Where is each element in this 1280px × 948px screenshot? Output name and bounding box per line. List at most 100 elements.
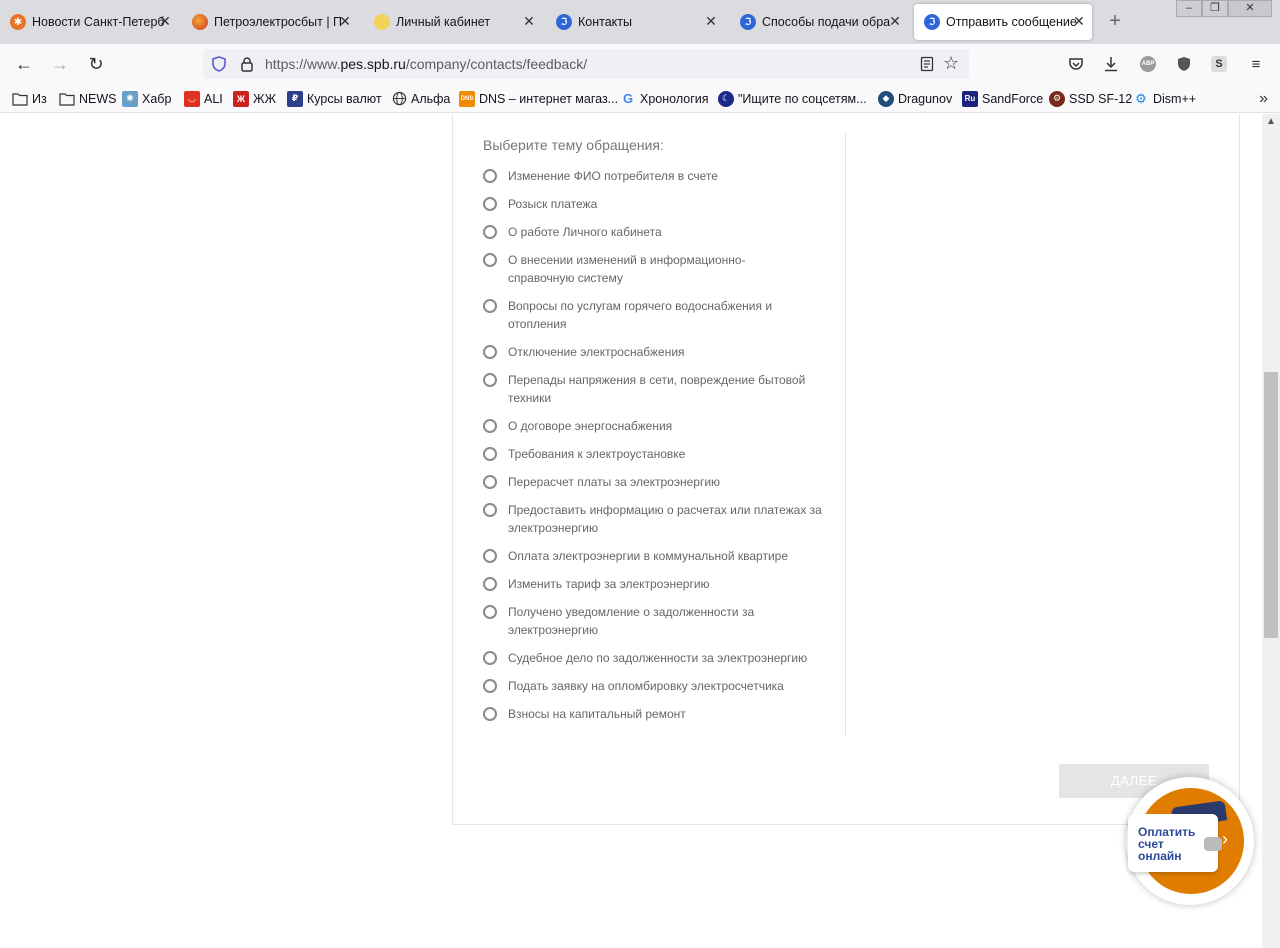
- search-social-icon: ☾: [718, 90, 734, 107]
- folder-icon: [12, 91, 28, 107]
- pes-site-icon: ℑ: [556, 14, 572, 30]
- bookmark-item[interactable]: Ж ЖЖ: [233, 90, 276, 107]
- radio-button[interactable]: [483, 299, 497, 313]
- sandforce-icon: Ru: [962, 90, 978, 107]
- scroll-up-arrow-icon[interactable]: ▲: [1266, 116, 1276, 127]
- adblock-icon[interactable]: ABP: [1138, 54, 1158, 74]
- topic-option[interactable]: О договоре энергоснабжения: [483, 417, 823, 435]
- bookmark-item[interactable]: ₽ Курсы валют: [287, 90, 382, 107]
- pocket-icon[interactable]: [1066, 54, 1086, 74]
- bookmark-item[interactable]: ✺ Хабр: [122, 90, 171, 107]
- bookmark-item[interactable]: ◆ Dragunov: [878, 90, 952, 107]
- ublock-icon[interactable]: [1174, 54, 1194, 74]
- tab-contacts[interactable]: ℑ Контакты ✕: [546, 4, 724, 40]
- reader-view-icon[interactable]: [919, 56, 935, 72]
- radio-button[interactable]: [483, 605, 497, 619]
- topic-option[interactable]: Взносы на капитальный ремонт: [483, 705, 823, 723]
- lock-icon[interactable]: [239, 56, 255, 72]
- bookmark-item[interactable]: Альфа: [391, 90, 450, 107]
- radio-button[interactable]: [483, 373, 497, 387]
- radio-button[interactable]: [483, 345, 497, 359]
- close-window-button[interactable]: ✕: [1228, 0, 1272, 17]
- bookmark-star-icon[interactable]: ☆: [943, 54, 961, 72]
- topic-option[interactable]: Перерасчет платы за электроэнергию: [483, 473, 823, 491]
- topic-option[interactable]: Изменение ФИО потребителя в счете: [483, 167, 823, 185]
- tab-label: Отправить сообщение: [946, 15, 1077, 29]
- radio-button[interactable]: [483, 447, 497, 461]
- topic-option[interactable]: Розыск платежа: [483, 195, 823, 213]
- radio-button[interactable]: [483, 549, 497, 563]
- topic-legend: Выберите тему обращения:: [483, 137, 664, 153]
- page-scrollbar[interactable]: ▲: [1262, 114, 1280, 948]
- topic-option[interactable]: О внесении изменений в информационно-спр…: [483, 251, 823, 287]
- shield-icon[interactable]: [211, 56, 227, 72]
- radio-button[interactable]: [483, 225, 497, 239]
- close-icon[interactable]: ✕: [1072, 14, 1086, 28]
- bookmark-item[interactable]: G Хронология: [620, 90, 709, 107]
- bookmarks-overflow-icon[interactable]: »: [1259, 90, 1268, 108]
- bookmark-item[interactable]: Из: [12, 90, 47, 107]
- topic-option[interactable]: Судебное дело по задолженности за электр…: [483, 649, 823, 667]
- topic-option[interactable]: Отключение электроснабжения: [483, 343, 823, 361]
- close-icon[interactable]: ✕: [704, 14, 718, 28]
- aliexpress-icon: ◡: [184, 90, 200, 107]
- close-icon[interactable]: ✕: [888, 14, 902, 28]
- radio-button[interactable]: [483, 419, 497, 433]
- close-icon[interactable]: ✕: [522, 14, 536, 28]
- reload-button[interactable]: ↻: [85, 53, 107, 75]
- topic-option-label: Отключение электроснабжения: [508, 345, 685, 359]
- back-button[interactable]: ←: [13, 53, 35, 75]
- download-icon[interactable]: [1101, 54, 1121, 74]
- radio-button[interactable]: [483, 503, 497, 517]
- scrollbar-thumb[interactable]: [1264, 372, 1278, 638]
- topic-option[interactable]: О работе Личного кабинета: [483, 223, 823, 241]
- tab-label: Контакты: [578, 15, 632, 29]
- radio-button[interactable]: [483, 577, 497, 591]
- tab-account[interactable]: Личный кабинет ✕: [364, 4, 542, 40]
- url-bar[interactable]: https://www.pes.spb.ru/company/contacts/…: [203, 49, 969, 79]
- tab-send-message[interactable]: ℑ Отправить сообщение ✕: [914, 4, 1092, 40]
- new-tab-button[interactable]: +: [1106, 11, 1124, 31]
- url-path: /company/contacts/feedback/: [405, 56, 588, 72]
- radio-button[interactable]: [483, 197, 497, 211]
- bookmark-item[interactable]: ◡ ALI: [184, 90, 223, 107]
- radio-button[interactable]: [483, 475, 497, 489]
- radio-button[interactable]: [483, 707, 497, 721]
- tab-methods[interactable]: ℑ Способы подачи обра ✕: [730, 4, 908, 40]
- bookmark-label: Хабр: [142, 91, 172, 106]
- nav-bar: ← → ↻ https://www.pes.spb.ru/company/con…: [0, 44, 1280, 84]
- close-icon[interactable]: ✕: [338, 14, 352, 28]
- close-icon[interactable]: ✕: [158, 14, 172, 28]
- url-text[interactable]: https://www.pes.spb.ru/company/contacts/…: [265, 56, 587, 72]
- topic-option[interactable]: Предоставить информацию о расчетах или п…: [483, 501, 823, 537]
- bookmark-item[interactable]: ⚙ Dism++: [1133, 90, 1196, 107]
- forward-button[interactable]: →: [49, 53, 71, 75]
- radio-button[interactable]: [483, 169, 497, 183]
- menu-icon[interactable]: ≡: [1246, 54, 1266, 74]
- topic-option[interactable]: Изменить тариф за электроэнергию: [483, 575, 823, 593]
- tab-news[interactable]: ✱ Новости Санкт-Петерб ✕: [0, 4, 178, 40]
- topic-option[interactable]: Оплата электроэнергии в коммунальной ква…: [483, 547, 823, 565]
- topic-option[interactable]: Вопросы по услугам горячего водоснабжени…: [483, 297, 823, 333]
- radio-button[interactable]: [483, 253, 497, 267]
- topic-option-label: Предоставить информацию о расчетах или п…: [508, 503, 822, 535]
- tab-pes[interactable]: Петроэлектросбыт | П ✕: [182, 4, 358, 40]
- restore-button[interactable]: ❐: [1202, 0, 1228, 17]
- topic-option[interactable]: Подать заявку на опломбировку электросче…: [483, 677, 823, 695]
- bookmark-item[interactable]: DNS DNS – интернет магаз...: [459, 90, 618, 107]
- radio-button[interactable]: [483, 679, 497, 693]
- bookmark-item[interactable]: NEWS: [59, 90, 117, 107]
- radio-button[interactable]: [483, 651, 497, 665]
- bookmark-item[interactable]: ⚙ SSD SF-12: [1049, 90, 1132, 107]
- bookmark-item[interactable]: ☾ "Ищите по соцсетям...: [718, 90, 867, 107]
- pay-online-widget[interactable]: Оплатить счет онлайн ›: [1126, 777, 1254, 905]
- bookmark-item[interactable]: Ru SandForce: [962, 90, 1043, 107]
- minimize-button[interactable]: –: [1176, 0, 1202, 17]
- extension-s-icon[interactable]: S: [1209, 54, 1229, 74]
- topic-option[interactable]: Требования к электроустановке: [483, 445, 823, 463]
- globe-icon: [391, 91, 407, 107]
- topic-option[interactable]: Перепады напряжения в сети, повреждение …: [483, 371, 823, 407]
- topic-option-label: Перепады напряжения в сети, повреждение …: [508, 373, 806, 405]
- bookmark-label: Альфа: [411, 91, 451, 106]
- topic-option[interactable]: Получено уведомление о задолженности за …: [483, 603, 823, 639]
